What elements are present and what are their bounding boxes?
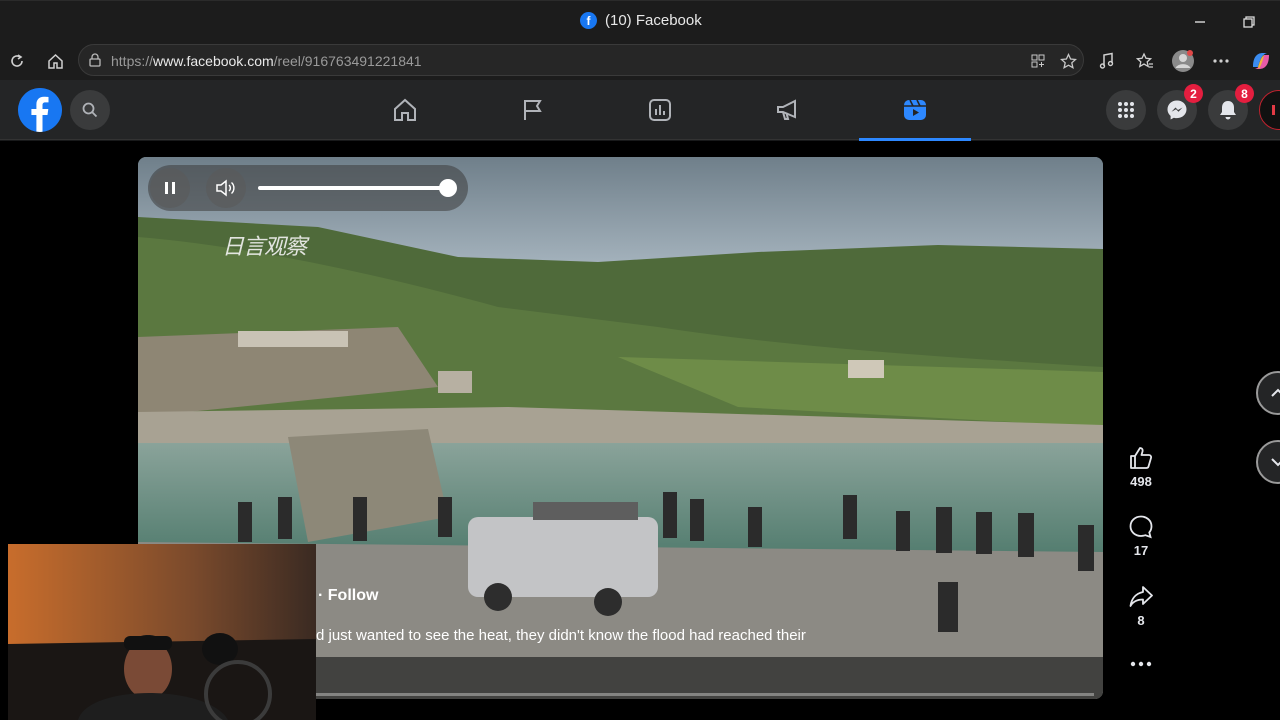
browser-title-bar: f (10) Facebook [0, 0, 1280, 42]
copilot-icon [1253, 53, 1269, 69]
volume-slider-track[interactable] [258, 186, 448, 190]
notifications-button[interactable]: 8 [1208, 84, 1254, 130]
ellipsis-icon [1213, 59, 1229, 63]
webcam-overlay [8, 544, 316, 720]
music-icon [1099, 52, 1114, 69]
media-control-button[interactable] [1094, 48, 1120, 74]
more-menu-button[interactable] [1208, 48, 1234, 74]
share-action[interactable]: 8 [1116, 584, 1166, 628]
facebook-logo[interactable] [18, 88, 62, 132]
flag-icon [524, 100, 542, 120]
browser-toolbar: https://www.facebook.com/reel/9167634912… [0, 42, 1280, 80]
lock-icon [89, 53, 101, 67]
profile-button[interactable] [1170, 48, 1196, 74]
restore-button[interactable] [1236, 9, 1262, 35]
notifications-badge: 8 [1235, 84, 1254, 103]
tab-ads[interactable] [732, 80, 844, 140]
home-icon [394, 98, 416, 121]
share-count: 8 [1137, 613, 1145, 628]
chart-icon [649, 99, 671, 121]
volume-icon [216, 179, 235, 197]
like-action[interactable]: 498 [1116, 445, 1166, 489]
comment-count: 17 [1133, 543, 1149, 558]
facebook-search-button[interactable] [70, 90, 110, 130]
pause-icon [165, 182, 175, 194]
favorites-icon [1136, 52, 1153, 68]
apps-icon [1031, 54, 1045, 68]
address-bar[interactable]: https://www.facebook.com/reel/9167634912… [78, 44, 1084, 76]
account-avatar-icon [1272, 105, 1275, 115]
tab-home[interactable] [349, 80, 461, 140]
minimize-icon [1195, 21, 1205, 23]
facebook-favicon-icon: f [580, 12, 597, 29]
megaphone-icon [777, 99, 796, 120]
tab-title: (10) Facebook [605, 12, 702, 29]
favorites-button[interactable] [1132, 48, 1158, 74]
pause-button[interactable] [150, 168, 190, 208]
favorite-button[interactable] [1057, 50, 1079, 72]
browser-home-icon [47, 53, 63, 69]
url-text: https://www.facebook.com/reel/9167634912… [111, 53, 422, 69]
restore-icon [1243, 16, 1255, 28]
copilot-button[interactable] [1248, 48, 1274, 74]
star-icon [1059, 52, 1077, 69]
mute-button[interactable] [206, 168, 246, 208]
previous-reel-button[interactable] [1256, 371, 1280, 415]
like-icon [1130, 447, 1153, 469]
home-button[interactable] [42, 48, 68, 74]
comment-action[interactable]: 17 [1116, 514, 1166, 558]
minimize-button[interactable] [1187, 9, 1213, 35]
more-options-button[interactable] [1116, 661, 1166, 667]
messenger-button[interactable]: 2 [1157, 84, 1203, 130]
tab-reels[interactable] [859, 80, 971, 141]
reel-caption[interactable]: d just wanted to see the heat, they didn… [316, 627, 806, 644]
tab-insights[interactable] [604, 80, 716, 140]
facebook-header: 2 8 [0, 80, 1280, 141]
app-available-button[interactable] [1027, 50, 1049, 72]
video-progress-bar[interactable] [316, 693, 1094, 696]
follow-button[interactable]: · Follow [318, 587, 378, 605]
profile-avatar-icon [1172, 50, 1194, 72]
like-count: 498 [1130, 474, 1152, 489]
chevron-down-icon [1271, 458, 1280, 467]
channel-watermark: 日言观察 [222, 234, 307, 259]
more-icon [1130, 661, 1152, 667]
chevron-up-icon [1271, 388, 1280, 397]
menu-button[interactable] [1106, 90, 1146, 130]
video-controls [148, 165, 468, 211]
grid-menu-icon [1118, 102, 1134, 118]
tab-pages[interactable] [477, 80, 589, 140]
webcam-scene [8, 544, 316, 720]
bell-icon [1220, 101, 1236, 120]
facebook-logo-icon [18, 88, 62, 132]
refresh-button[interactable] [4, 48, 30, 74]
messenger-badge: 2 [1184, 84, 1203, 103]
reels-icon [904, 99, 926, 120]
next-reel-button[interactable] [1256, 440, 1280, 484]
messenger-icon [1167, 100, 1187, 120]
reel-page: 日言观察 · Follow d just wanted to see the h… [0, 141, 1280, 720]
comment-icon [1129, 515, 1153, 539]
search-icon [82, 102, 98, 118]
account-avatar[interactable] [1259, 90, 1280, 130]
share-icon [1129, 586, 1153, 607]
tab-title-area[interactable]: f (10) Facebook [580, 12, 702, 29]
refresh-icon [11, 54, 23, 67]
volume-slider-handle[interactable] [439, 179, 457, 197]
